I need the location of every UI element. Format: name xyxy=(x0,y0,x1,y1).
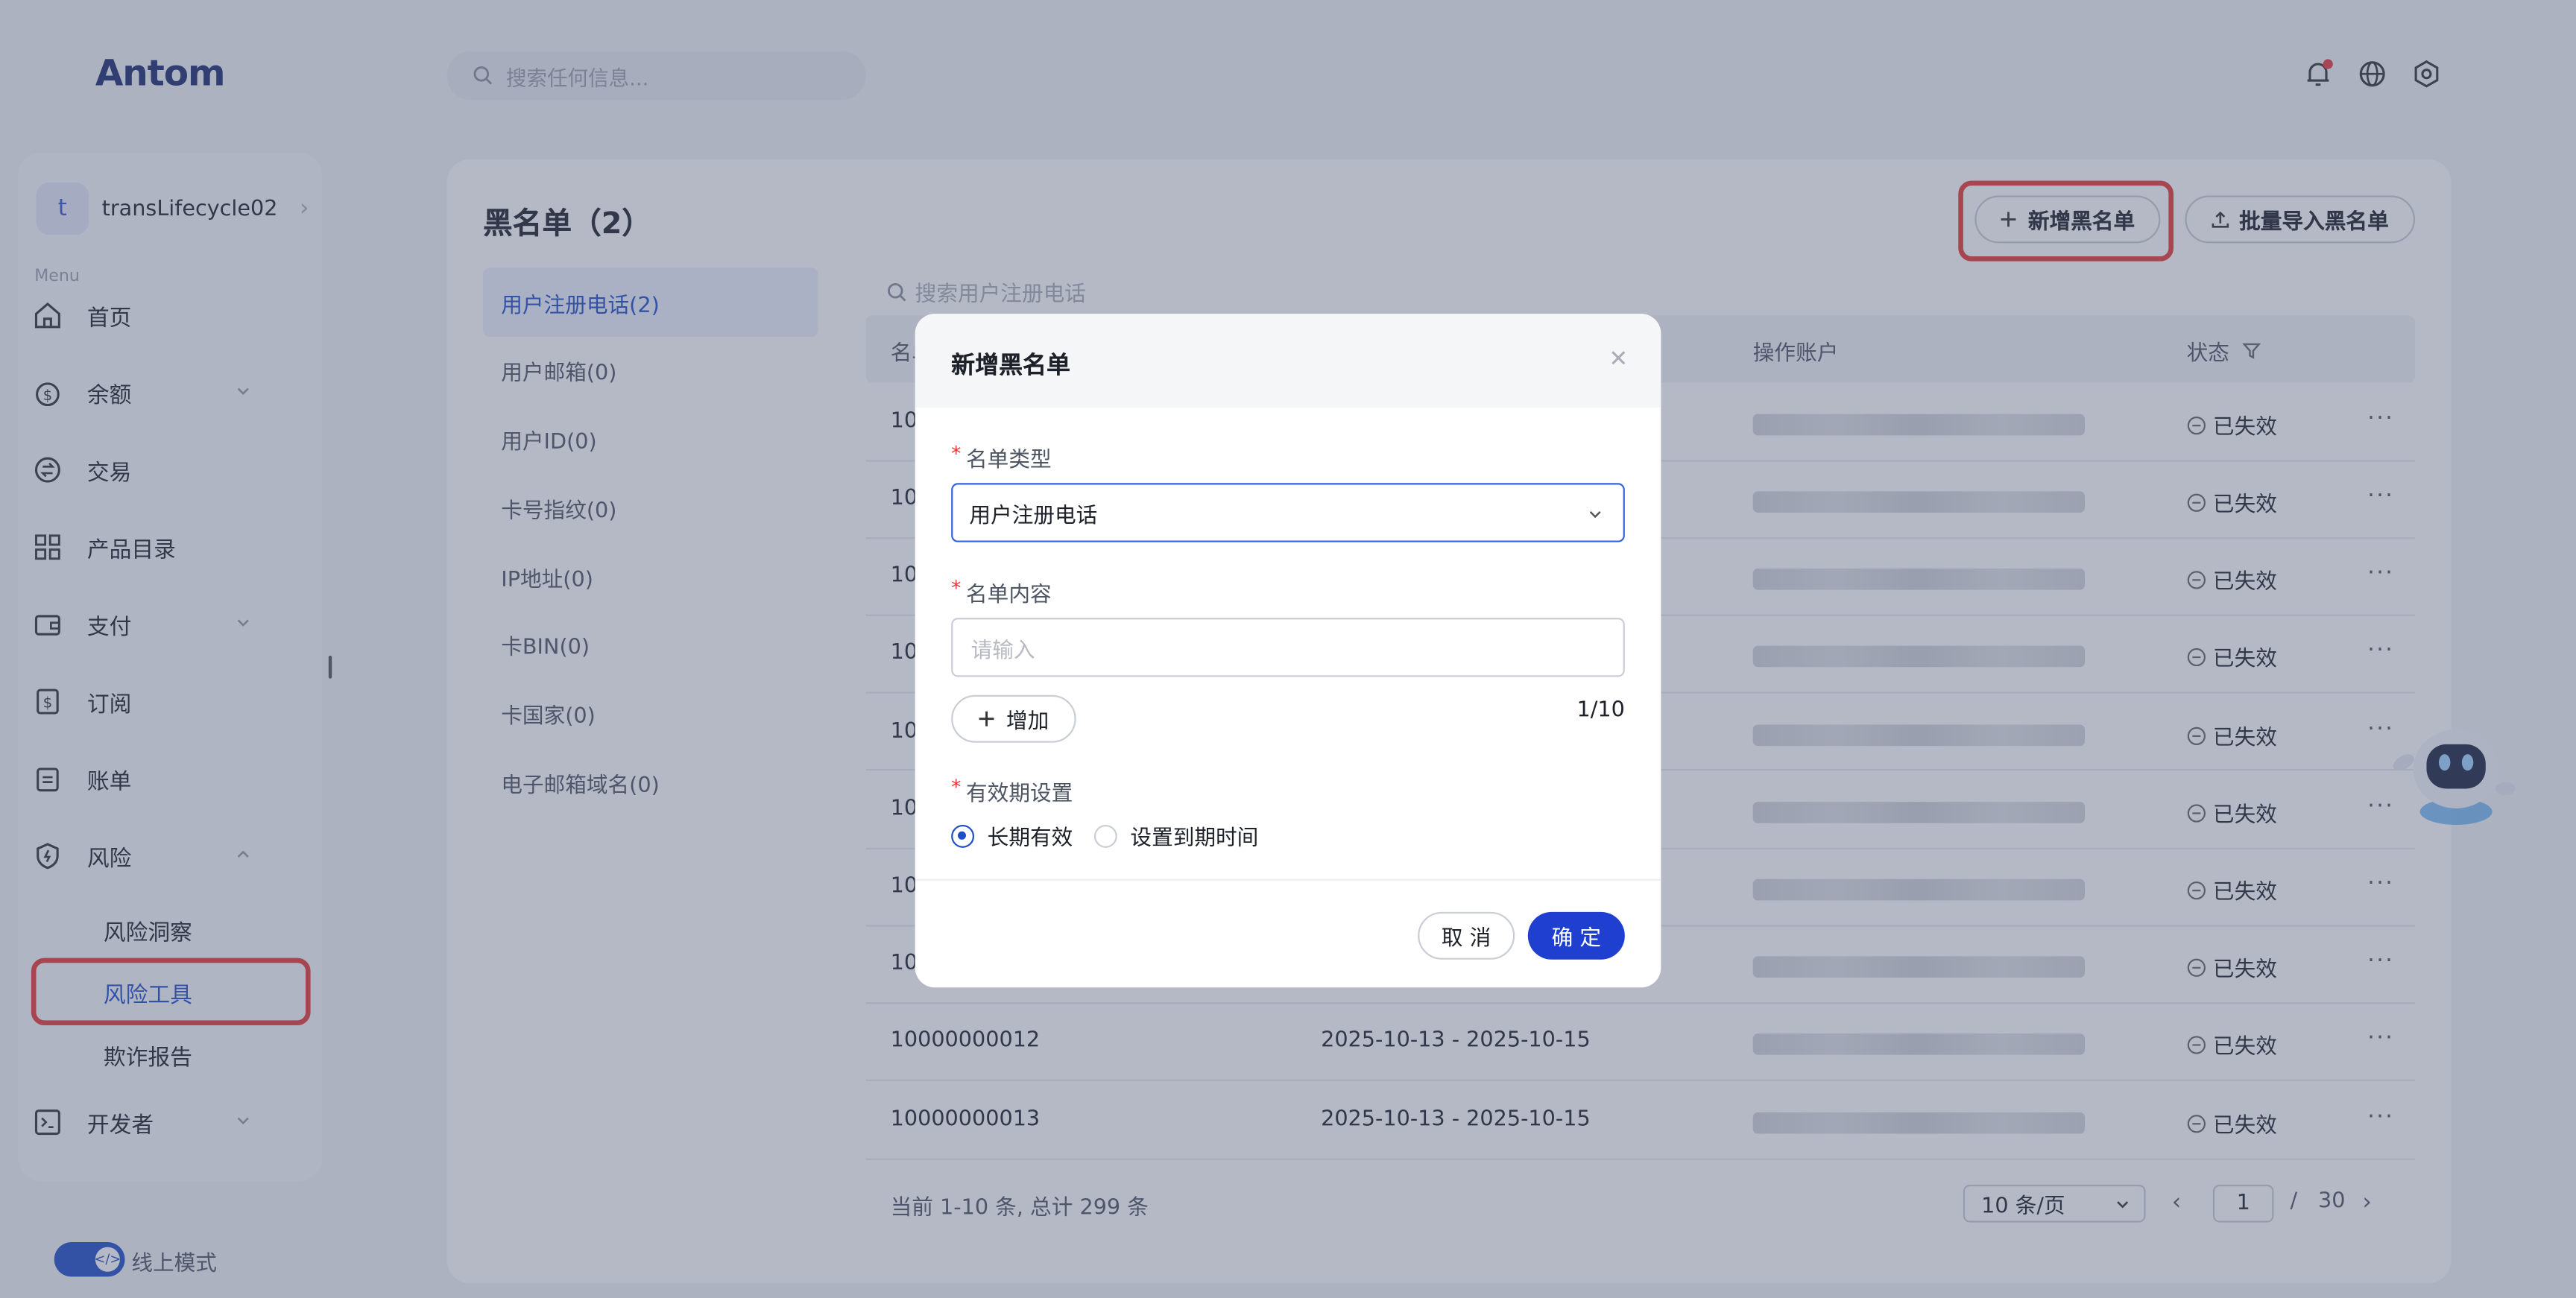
list-type-value: 用户注册电话 xyxy=(969,503,1098,528)
radio-set-expiry[interactable]: 设置到期时间 xyxy=(1093,820,1259,852)
dialog-title: 新增黑名单 xyxy=(951,353,1070,380)
radio-set-expiry-label: 设置到期时间 xyxy=(1130,826,1259,852)
chevron-down-icon xyxy=(1589,511,1601,519)
radio-unchecked xyxy=(1093,823,1117,847)
list-type-select[interactable]: 用户注册电话 xyxy=(951,483,1625,542)
validity-label: * 有效期设置 xyxy=(951,775,1073,807)
add-blacklist-dialog: 新增黑名单 ✕ * 名单类型 用户注册电话 * 名单内容 请输入 增加 1/10 *… xyxy=(915,314,1661,988)
list-content-label: * 名单内容 xyxy=(951,576,1052,608)
radio-long-term-label: 长期有效 xyxy=(987,826,1073,852)
list-type-label: * 名单类型 xyxy=(951,442,1052,474)
required-mark: * xyxy=(951,442,962,466)
dialog-divider xyxy=(915,878,1661,881)
required-mark: * xyxy=(951,775,962,799)
plus-icon xyxy=(979,711,995,726)
entry-count: 1/10 xyxy=(1576,698,1625,724)
cancel-button[interactable]: 取 消 xyxy=(1418,911,1515,960)
radio-long-term[interactable]: 长期有效 xyxy=(951,820,1073,851)
add-entry-button[interactable]: 增加 xyxy=(951,694,1076,743)
screen: Antom 搜索任何信息... t transLifecycle02 › Men… xyxy=(0,0,2576,1298)
radio-checked xyxy=(951,823,975,847)
add-entry-label: 增加 xyxy=(1006,709,1049,735)
close-icon[interactable]: ✕ xyxy=(1609,346,1628,373)
list-content-input[interactable]: 请输入 xyxy=(951,618,1625,677)
required-mark: * xyxy=(951,576,962,600)
confirm-button[interactable]: 确 定 xyxy=(1527,911,1625,960)
